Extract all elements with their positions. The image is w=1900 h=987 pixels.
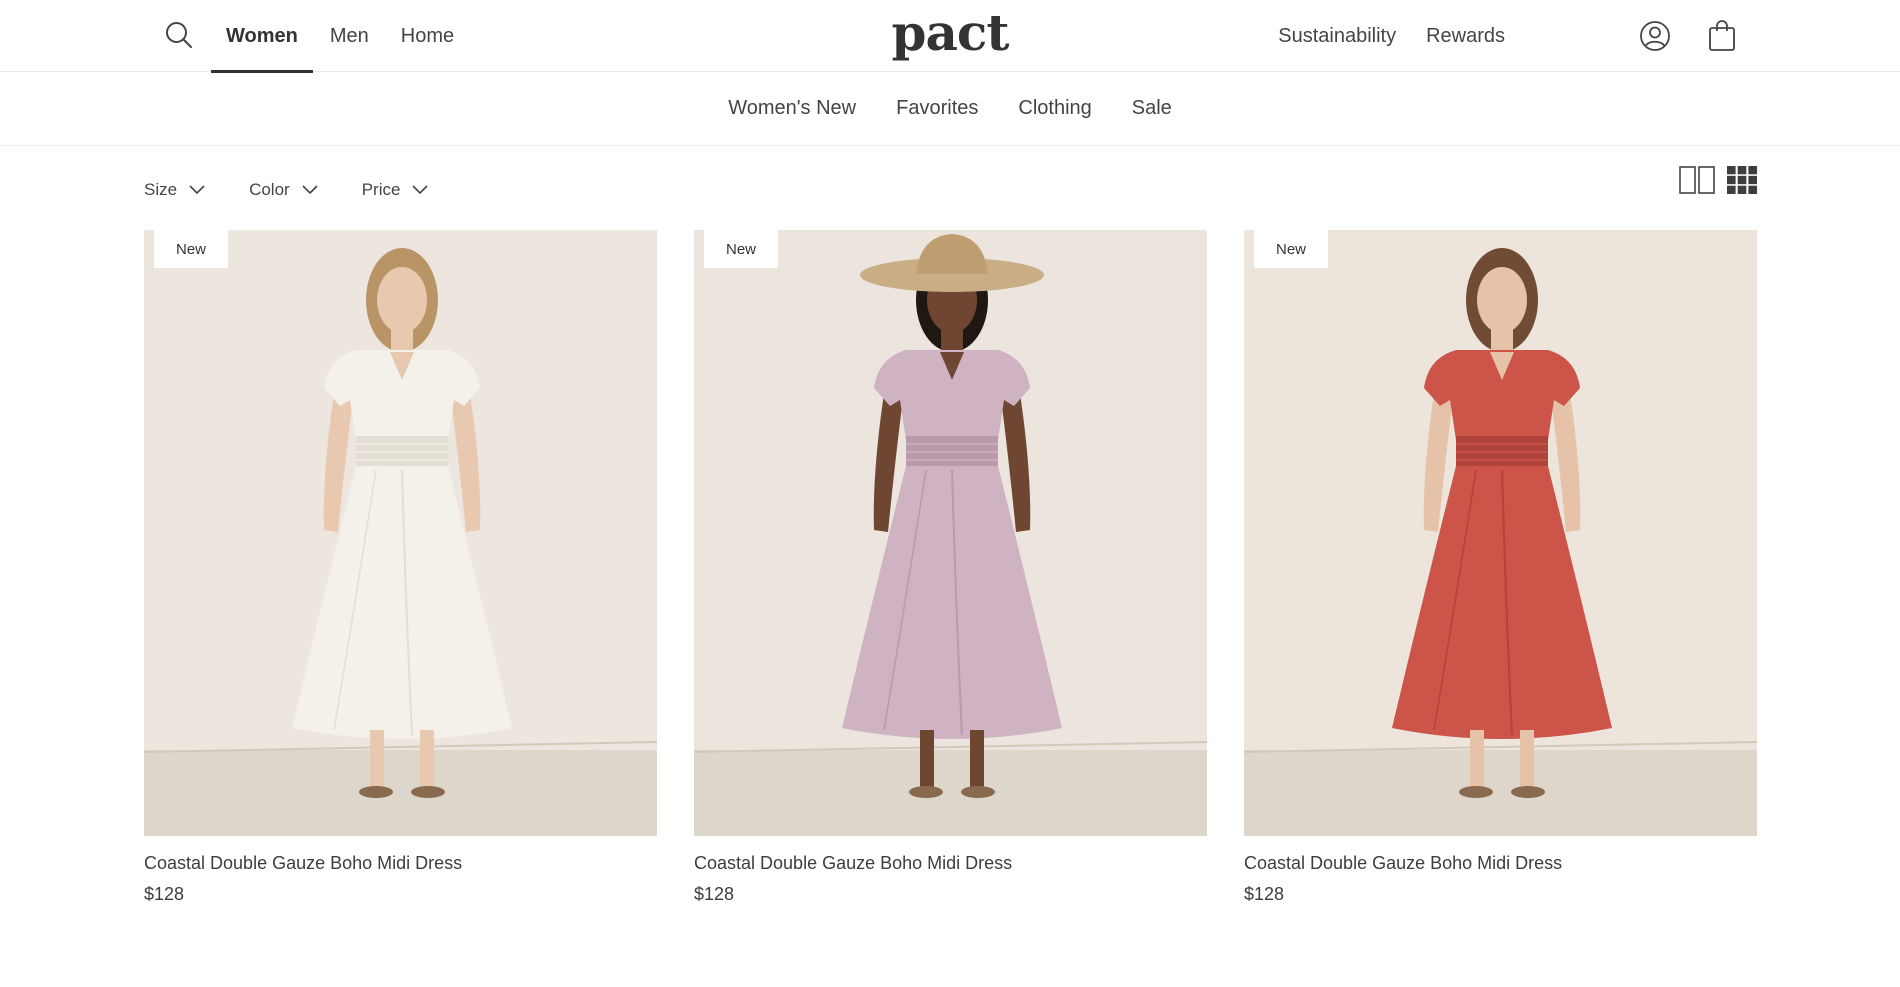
chevron-down-icon	[189, 185, 205, 195]
filter-bar: Size Color Price	[144, 178, 472, 202]
tab-home[interactable]: Home	[385, 0, 470, 72]
subnav-sale[interactable]: Sale	[1132, 97, 1172, 120]
sustainability-link[interactable]: Sustainability	[1278, 25, 1396, 48]
price-filter[interactable]: Price	[362, 180, 429, 200]
product-image[interactable]: New	[144, 230, 657, 836]
tab-men[interactable]: Men	[314, 0, 385, 72]
department-tabs: Women Men Home	[210, 0, 470, 73]
size-filter-label: Size	[144, 180, 178, 199]
product-grid: New Coastal Double Gauze Boho Midi Dress…	[144, 230, 1757, 905]
three-column-grid-icon[interactable]	[1727, 166, 1757, 194]
rewards-link[interactable]: Rewards	[1426, 25, 1505, 48]
product-card[interactable]: New Coastal Double Gauze Boho Midi Dress…	[694, 230, 1207, 905]
pact-logo[interactable]: pact	[870, 3, 1030, 62]
category-subnav: Women's New Favorites Clothing Sale	[0, 72, 1900, 146]
two-column-grid-icon[interactable]	[1679, 166, 1715, 194]
product-title[interactable]: Coastal Double Gauze Boho Midi Dress	[144, 853, 657, 874]
color-filter[interactable]: Color	[249, 180, 318, 200]
product-price: $128	[144, 884, 185, 904]
product-image[interactable]: New	[694, 230, 1207, 836]
product-price: $128	[1244, 884, 1285, 904]
chevron-down-icon	[302, 185, 318, 195]
tab-home-label: Home	[400, 24, 455, 47]
subnav-favorites[interactable]: Favorites	[896, 97, 978, 120]
product-card[interactable]: New Coastal Double Gauze Boho Midi Dress…	[1244, 230, 1757, 905]
product-price: $128	[694, 884, 735, 904]
tab-women-label: Women	[226, 24, 298, 47]
product-card[interactable]: New Coastal Double Gauze Boho Midi Dress…	[144, 230, 657, 905]
tab-women[interactable]: Women	[210, 0, 314, 73]
user-icon[interactable]	[1639, 20, 1671, 52]
shopping-bag-icon[interactable]	[1708, 20, 1736, 52]
price-filter-label: Price	[361, 180, 401, 199]
site-header: Women Men Home pact Sustainability Rewar…	[0, 0, 1900, 73]
size-filter[interactable]: Size	[144, 180, 205, 200]
product-image[interactable]: New	[1244, 230, 1757, 836]
new-badge: New	[704, 230, 778, 268]
subnav-womens-new[interactable]: Women's New	[728, 97, 856, 120]
new-badge: New	[154, 230, 228, 268]
tab-men-label: Men	[329, 24, 369, 47]
chevron-down-icon	[412, 185, 429, 195]
search-icon[interactable]	[164, 20, 194, 50]
product-title[interactable]: Coastal Double Gauze Boho Midi Dress	[1244, 853, 1757, 874]
new-badge: New	[1254, 230, 1328, 268]
utility-nav: Sustainability Rewards	[1278, 0, 1505, 72]
product-title[interactable]: Coastal Double Gauze Boho Midi Dress	[694, 853, 1207, 874]
color-filter-label: Color	[249, 180, 290, 199]
subnav-clothing[interactable]: Clothing	[1018, 97, 1091, 120]
